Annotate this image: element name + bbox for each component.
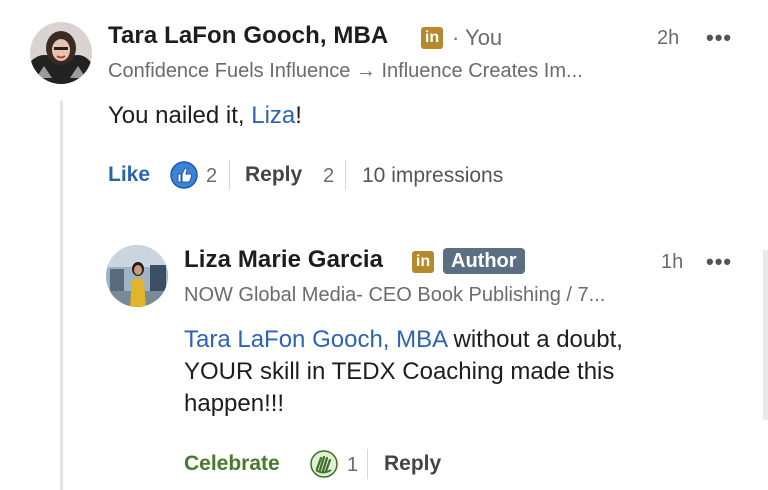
comment-body: You nailed it, Liza!: [108, 100, 302, 132]
impressions-count[interactable]: 10 impressions: [362, 164, 503, 188]
reply-author-name[interactable]: Liza Marie Garcia: [184, 246, 383, 274]
reply-to-reply-button[interactable]: Reply: [384, 452, 441, 476]
avatar-liza[interactable]: [106, 245, 168, 307]
comment-timestamp: 2h: [657, 27, 680, 49]
linkedin-premium-icon: in: [412, 251, 434, 273]
comment-text-prefix: You nailed it,: [108, 102, 252, 129]
divider: [367, 449, 368, 479]
more-options-icon[interactable]: •••: [706, 25, 732, 51]
reply-text-line1: without a doubt,: [446, 326, 623, 353]
you-label: · You: [452, 25, 503, 50]
like-count[interactable]: 2: [206, 165, 217, 188]
reply-timestamp: 1h: [661, 251, 684, 273]
author-tag: Author: [443, 248, 525, 274]
comment-author-name[interactable]: Tara LaFon Gooch, MBA: [108, 22, 388, 50]
reply-author-headline: NOW Global Media- CEO Book Publishing / …: [184, 284, 606, 306]
thread-line: [60, 100, 63, 490]
like-button[interactable]: Like: [108, 163, 150, 187]
celebrate-count[interactable]: 1: [347, 454, 358, 477]
thumbs-up-icon: [170, 161, 198, 189]
avatar-tara[interactable]: [30, 22, 92, 84]
reply-line-1: Tara LaFon Gooch, MBA without a doubt,: [184, 324, 623, 356]
clapping-hands-icon: [309, 449, 339, 479]
divider: [229, 160, 230, 190]
divider: [345, 160, 346, 190]
celebrate-button[interactable]: Celebrate: [184, 452, 280, 476]
mention-liza[interactable]: Liza: [251, 102, 295, 129]
reply-body: Tara LaFon Gooch, MBA without a doubt, Y…: [184, 324, 623, 420]
reply-text-line3: happen!!!: [184, 390, 285, 417]
reply-button[interactable]: Reply: [245, 163, 302, 187]
more-options-icon[interactable]: •••: [706, 249, 732, 275]
comment-text-suffix: !: [295, 102, 302, 129]
reply-text-line2: YOUR skill in TEDX Coaching made this: [184, 358, 615, 385]
reply-count[interactable]: 2: [323, 165, 334, 188]
linkedin-premium-icon: in: [421, 27, 443, 49]
mention-tara[interactable]: Tara LaFon Gooch, MBA: [184, 326, 447, 353]
scroll-edge: [763, 250, 768, 420]
comment-author-headline: Confidence Fuels Influence → Influence C…: [108, 60, 583, 82]
